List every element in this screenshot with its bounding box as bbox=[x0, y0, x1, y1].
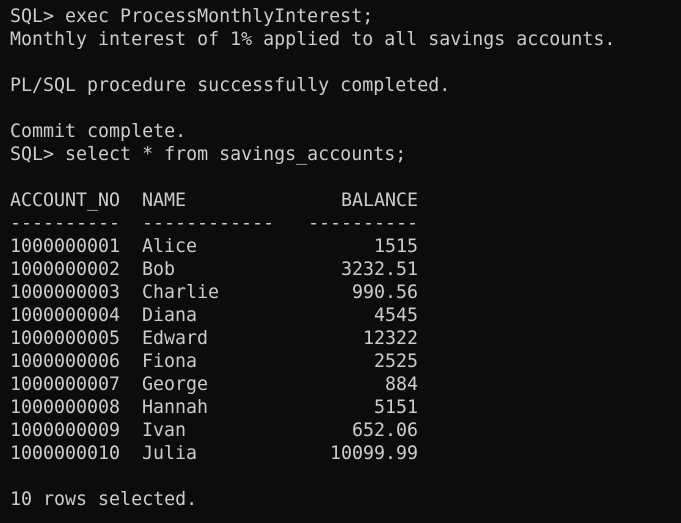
commit-message: Commit complete. bbox=[10, 121, 187, 142]
name-cell: Fiona bbox=[142, 351, 198, 372]
name-cell: George bbox=[142, 374, 209, 395]
account-no-cell: 1000000009 bbox=[10, 420, 121, 441]
account-no-cell: 1000000001 bbox=[10, 236, 121, 257]
account-no-cell: 1000000008 bbox=[10, 397, 121, 418]
table-row: 1000000008 Hannah 5151 bbox=[10, 396, 678, 419]
account-no-cell: 1000000007 bbox=[10, 374, 121, 395]
balance-cell: 5151 bbox=[373, 397, 418, 418]
separator-account-no: ---------- bbox=[10, 213, 121, 234]
result-separator-row: ---------- ------------ ---------- bbox=[10, 212, 678, 235]
balance-cell: 4545 bbox=[373, 305, 418, 326]
table-row: 1000000005 Edward 12322 bbox=[10, 327, 678, 350]
table-row: 1000000001 Alice 1515 bbox=[10, 235, 678, 258]
separator-balance: ---------- bbox=[307, 213, 418, 234]
balance-cell: 3232.51 bbox=[340, 259, 418, 280]
balance-cell: 652.06 bbox=[351, 420, 418, 441]
account-no-cell: 1000000005 bbox=[10, 328, 121, 349]
balance-cell: 12322 bbox=[362, 328, 418, 349]
result-rows: 1000000001 Alice 1515 1000000002 Bob 3232.51 1… bbox=[10, 235, 678, 465]
table-row: 1000000004 Diana 4545 bbox=[10, 304, 678, 327]
table-row: 1000000006 Fiona 2525 bbox=[10, 350, 678, 373]
balance-cell: 884 bbox=[384, 374, 418, 395]
name-cell: Diana bbox=[142, 305, 198, 326]
account-no-cell: 1000000006 bbox=[10, 351, 121, 372]
account-no-cell: 1000000004 bbox=[10, 305, 121, 326]
sql-command-select: SQL> select * from savings_accounts; bbox=[10, 144, 407, 165]
account-no-cell: 1000000010 bbox=[10, 443, 121, 464]
balance-cell: 990.56 bbox=[351, 282, 418, 303]
table-row: 1000000003 Charlie 990.56 bbox=[10, 281, 678, 304]
result-header-row: ACCOUNT_NO NAME BALANCE bbox=[10, 189, 678, 212]
account-no-cell: 1000000003 bbox=[10, 282, 121, 303]
column-header-balance: BALANCE bbox=[340, 190, 418, 211]
balance-cell: 2525 bbox=[373, 351, 418, 372]
name-cell: Ivan bbox=[142, 420, 187, 441]
table-row: 1000000010 Julia 10099.99 bbox=[10, 442, 678, 465]
terminal-output[interactable]: SQL> exec ProcessMonthlyInterest; Monthl… bbox=[10, 5, 678, 511]
column-header-account-no: ACCOUNT_NO bbox=[10, 190, 121, 211]
procedure-output-message: Monthly interest of 1% applied to all sa… bbox=[10, 29, 616, 50]
balance-cell: 10099.99 bbox=[329, 443, 418, 464]
procedure-completed-message: PL/SQL procedure successfully completed. bbox=[10, 75, 451, 96]
rows-selected-footer: 10 rows selected. bbox=[10, 489, 198, 510]
table-row: 1000000002 Bob 3232.51 bbox=[10, 258, 678, 281]
account-no-cell: 1000000002 bbox=[10, 259, 121, 280]
name-cell: Hannah bbox=[142, 397, 209, 418]
sql-command-exec: SQL> exec ProcessMonthlyInterest; bbox=[10, 6, 374, 27]
name-cell: Julia bbox=[142, 443, 198, 464]
table-row: 1000000009 Ivan 652.06 bbox=[10, 419, 678, 442]
separator-name: ------------ bbox=[142, 213, 275, 234]
name-cell: Bob bbox=[142, 259, 176, 280]
name-cell: Edward bbox=[142, 328, 209, 349]
name-cell: Charlie bbox=[142, 282, 220, 303]
column-header-name: NAME bbox=[142, 190, 187, 211]
table-row: 1000000007 George 884 bbox=[10, 373, 678, 396]
balance-cell: 1515 bbox=[373, 236, 418, 257]
name-cell: Alice bbox=[142, 236, 198, 257]
